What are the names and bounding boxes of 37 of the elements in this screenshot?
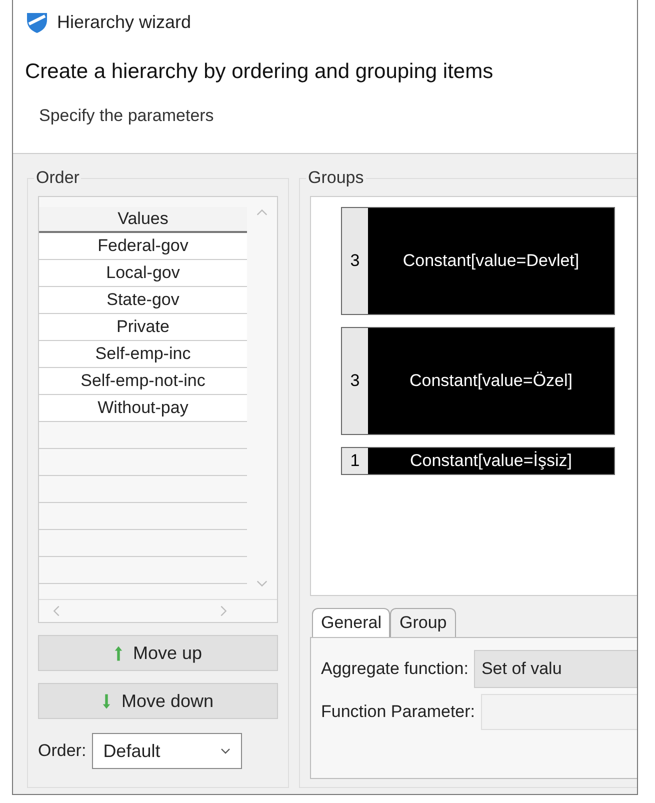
arrow-up-icon — [114, 644, 123, 662]
tab[interactable]: General — [312, 608, 390, 637]
list-item[interactable]: Self-emp-not-inc — [39, 368, 247, 395]
group-block[interactable]: Constant[value=Özel] — [368, 328, 614, 434]
field-label: Aggregate function: — [321, 659, 468, 679]
aggregate-dropdown[interactable]: Set of valu — [474, 650, 637, 688]
group-count: 1 — [342, 448, 368, 474]
shield-icon — [25, 10, 49, 34]
scroll-down-icon[interactable] — [256, 580, 268, 587]
field-label: Function Parameter: — [321, 702, 476, 722]
list-item[interactable]: Without-pay — [39, 395, 247, 422]
panel-title: Groups — [307, 168, 365, 188]
group-count: 3 — [342, 208, 368, 314]
order-dropdown[interactable]: Default — [92, 733, 242, 769]
tab[interactable]: Group — [390, 608, 456, 637]
input-field[interactable] — [481, 694, 637, 730]
column-header[interactable]: Values — [39, 207, 247, 233]
move-down-button[interactable]: Move down — [38, 683, 278, 719]
arrow-down-icon — [102, 692, 112, 710]
scroll-up-icon[interactable] — [256, 209, 268, 216]
list-item[interactable]: Federal-gov — [39, 233, 247, 260]
list-item[interactable]: Local-gov — [39, 260, 247, 287]
scroll-left-icon[interactable] — [53, 605, 60, 617]
page-heading: Create a hierarchy by ordering and grouping items — [25, 60, 494, 84]
group-block[interactable]: Constant[value=Devlet] — [368, 208, 614, 314]
list-item[interactable]: Private — [39, 314, 247, 341]
group-block[interactable]: Constant[value=İşsiz] — [368, 448, 614, 474]
panel-title: Order — [35, 168, 80, 188]
move-up-button[interactable]: Move up — [38, 635, 278, 671]
list-item[interactable]: Self-emp-inc — [39, 341, 247, 368]
order-label: Order: — [38, 741, 86, 761]
scroll-right-icon[interactable] — [220, 605, 227, 617]
chevron-down-icon — [220, 748, 232, 754]
group-count: 3 — [342, 328, 368, 434]
window-title: Hierarchy wizard — [57, 12, 192, 32]
page-subtitle: Specify the parameters — [39, 106, 215, 126]
list-item[interactable]: State-gov — [39, 287, 247, 314]
